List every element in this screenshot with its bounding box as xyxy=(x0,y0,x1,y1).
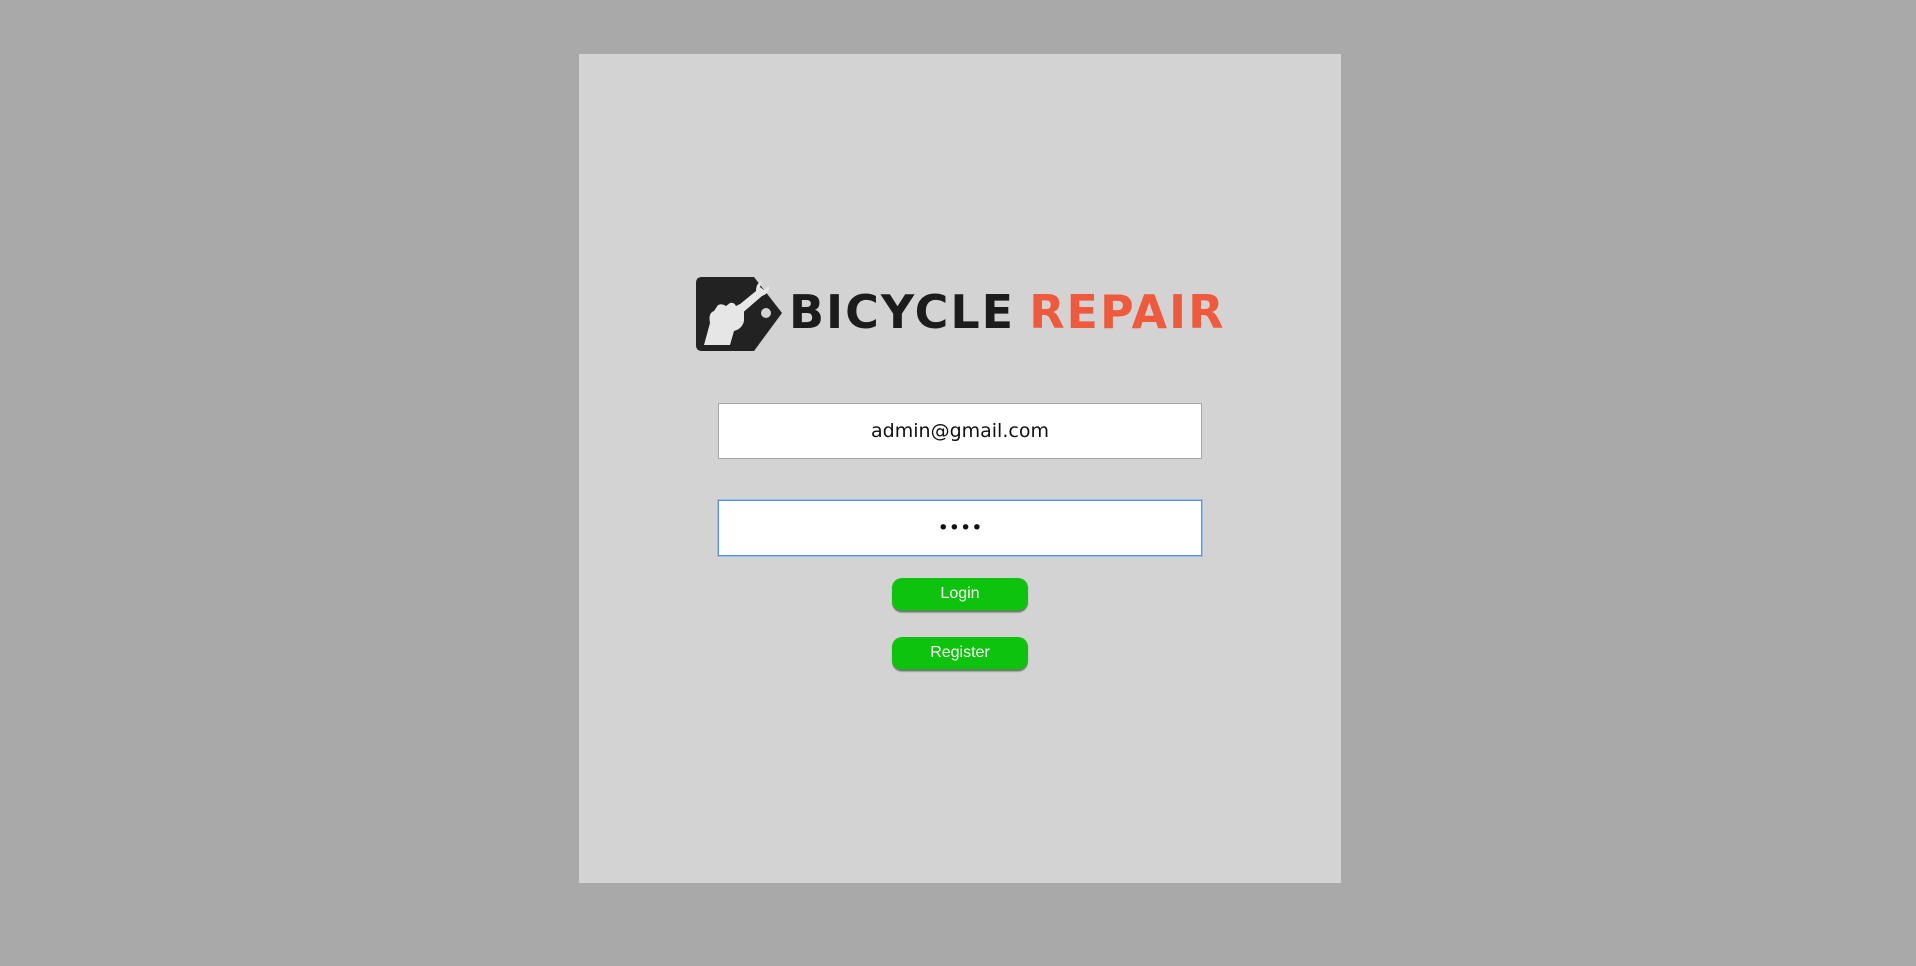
login-button[interactable]: Login xyxy=(892,578,1028,612)
email-input[interactable] xyxy=(718,403,1202,459)
fist-wrench-tag-icon xyxy=(696,277,782,351)
logo-wordmark: BICYCLE REPAIR xyxy=(789,285,1226,339)
password-input[interactable] xyxy=(718,500,1202,556)
bicycle-repair-logo: BICYCLE REPAIR xyxy=(694,273,1224,359)
register-button[interactable]: Register xyxy=(892,637,1028,671)
logo-text-accent: REPAIR xyxy=(1029,285,1226,339)
logo-text-primary: BICYCLE xyxy=(789,285,1016,339)
login-panel: BICYCLEREPAIR Login Register xyxy=(579,54,1341,883)
